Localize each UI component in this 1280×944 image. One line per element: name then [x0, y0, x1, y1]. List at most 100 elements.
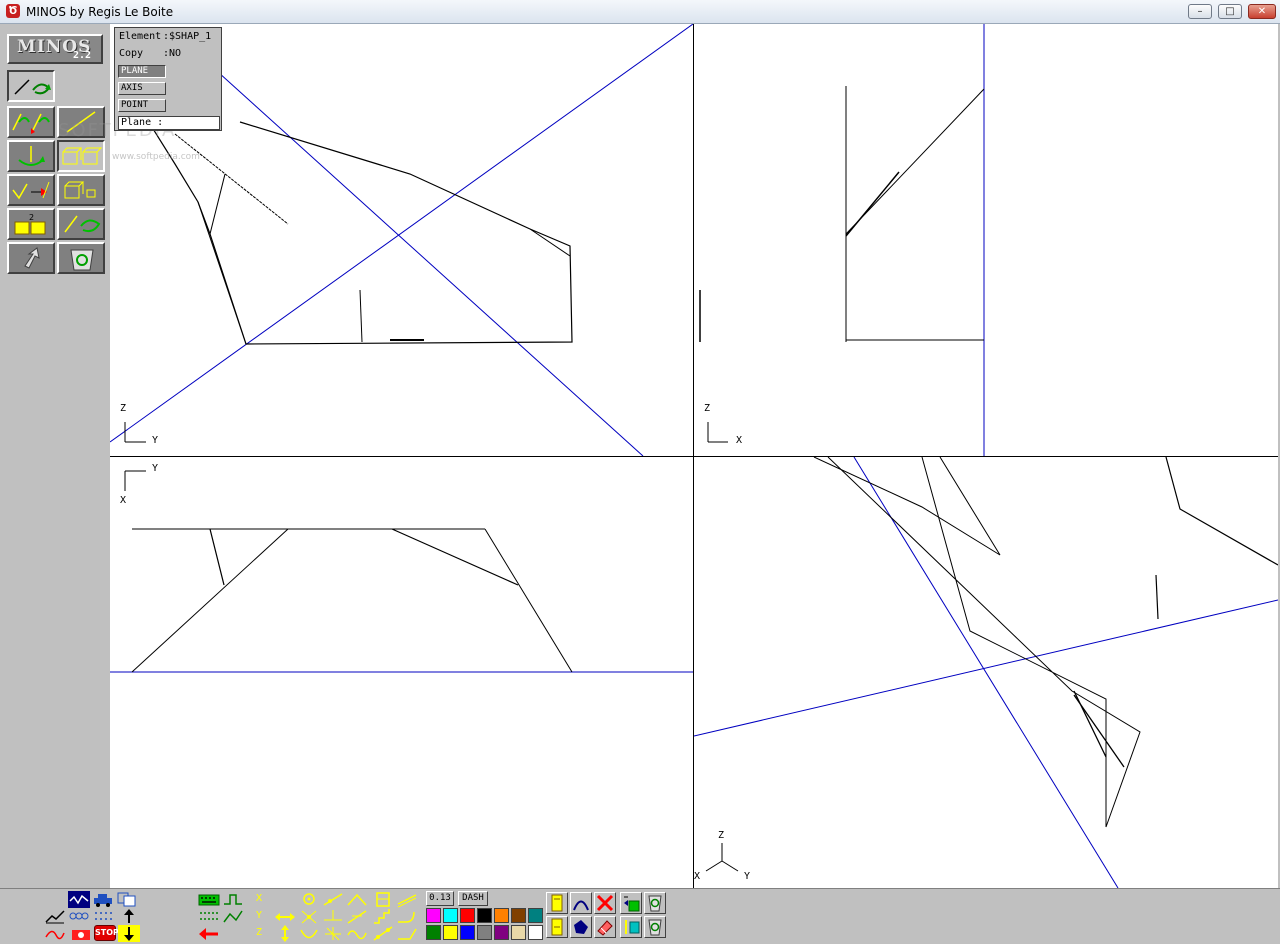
move-rotate-icon — [14, 79, 51, 95]
empty-trash-button[interactable] — [644, 916, 666, 938]
arrow-left-icon[interactable] — [198, 925, 220, 942]
color-swatch[interactable] — [477, 925, 492, 940]
color-swatch[interactable] — [494, 908, 509, 923]
point-button[interactable]: POINT — [118, 99, 166, 112]
color-swatch[interactable] — [460, 925, 475, 940]
tool-rotate-copy[interactable] — [57, 208, 105, 240]
copy-value[interactable]: :NO — [163, 48, 181, 59]
graph-icon[interactable] — [44, 908, 66, 925]
color-swatch[interactable] — [443, 908, 458, 923]
coord-y-label: Y — [256, 910, 263, 921]
fillet-icon[interactable] — [396, 908, 418, 925]
rectangle-icon[interactable] — [372, 891, 394, 908]
color-swatch[interactable] — [443, 925, 458, 940]
fill-button[interactable] — [570, 916, 592, 938]
color-swatch[interactable] — [511, 925, 526, 940]
info-layer-icon — [625, 920, 640, 934]
plane-input[interactable]: Plane : — [118, 116, 220, 130]
open-file-button[interactable] — [546, 892, 568, 914]
angle-icon[interactable] — [346, 891, 368, 908]
color-swatch[interactable] — [477, 908, 492, 923]
target-icon[interactable] — [298, 891, 320, 908]
save-file-button[interactable] — [546, 916, 568, 938]
dotted-grid-icon[interactable] — [198, 908, 220, 925]
viewport-top-right-canvas — [699, 24, 985, 456]
dot-grid-icon[interactable] — [92, 908, 114, 925]
curve-tool-button[interactable] — [570, 892, 592, 914]
title-bar: Ծ MINOS by Regis Le Boite – □ ✕ — [0, 0, 1280, 24]
viewport-bottom-right[interactable]: Z X Y — [694, 457, 1278, 888]
tangent-icon[interactable] — [322, 891, 344, 908]
element-label: Element — [119, 31, 162, 42]
axis-rotate-icon — [18, 146, 45, 166]
arrow-down-icon[interactable] — [118, 925, 140, 942]
vertical-arrows-icon[interactable] — [274, 925, 296, 942]
arc-icon[interactable] — [298, 925, 320, 942]
stairs-icon[interactable] — [372, 908, 394, 925]
color-swatch[interactable] — [494, 925, 509, 940]
step-icon[interactable] — [222, 891, 244, 908]
copy-label: Copy — [119, 48, 144, 59]
red-x-icon — [596, 894, 614, 912]
wave-yellow-icon[interactable] — [346, 925, 368, 942]
viewport-area[interactable]: Z Y Z X Y X Z X Y — [110, 24, 1278, 888]
recycle-bin-icon — [70, 249, 94, 271]
minimize-button[interactable]: – — [1188, 4, 1212, 19]
perpendicular-icon[interactable] — [322, 908, 344, 925]
polyline-icon[interactable] — [222, 908, 244, 925]
offset-icon[interactable] — [396, 891, 418, 908]
layer-button[interactable] — [620, 892, 642, 914]
color-swatch[interactable] — [511, 908, 526, 923]
logo-version: 2.2 — [72, 50, 91, 61]
layer-stack-icon — [624, 896, 640, 912]
tool-trash[interactable] — [57, 242, 105, 274]
tool-undo[interactable] — [7, 242, 55, 274]
app-icon[interactable]: Ծ — [6, 4, 20, 18]
color-swatch[interactable] — [426, 908, 441, 923]
axis-label-horizontal: X — [736, 435, 743, 446]
axis-label-right: Y — [744, 871, 751, 882]
tool-transform[interactable] — [7, 106, 55, 138]
line-width-button[interactable]: 0.13 — [426, 891, 454, 906]
axis-label-horizontal: Y — [152, 463, 159, 474]
color-swatch[interactable] — [426, 925, 441, 940]
color-swatch[interactable] — [460, 908, 475, 923]
stop-button[interactable]: STOP — [94, 925, 119, 941]
keyboard-icon[interactable] — [198, 891, 220, 908]
circles-icon[interactable] — [68, 908, 90, 925]
cross-point-icon[interactable] — [298, 908, 320, 925]
line-style-button[interactable]: DASH — [458, 891, 488, 906]
diagonal-icon[interactable] — [372, 925, 394, 942]
color-swatch[interactable] — [528, 925, 543, 940]
close-button[interactable]: ✕ — [1248, 4, 1276, 19]
camera-icon[interactable] — [70, 925, 92, 942]
viewport-top-right[interactable]: Z X — [694, 24, 1278, 456]
chamfer-icon[interactable] — [396, 925, 418, 942]
wave-mode-icon[interactable] — [68, 891, 90, 908]
tool-axis-rotate[interactable] — [7, 140, 55, 172]
star-point-icon[interactable] — [322, 925, 344, 942]
axis-label-vertical: Z — [718, 830, 725, 841]
plane-button[interactable]: PLANE — [118, 65, 166, 78]
info-button[interactable] — [620, 916, 642, 938]
windows-icon[interactable] — [116, 891, 138, 908]
tool-scale-box[interactable] — [57, 174, 105, 206]
red-curve-icon[interactable] — [44, 925, 66, 942]
car-icon[interactable] — [92, 891, 114, 908]
tool-multiply[interactable]: 2 — [7, 208, 55, 240]
tool-project[interactable] — [7, 174, 55, 206]
axis-button[interactable]: AXIS — [118, 82, 166, 95]
viewport-bottom-left[interactable]: Y X — [110, 457, 693, 888]
horizontal-arrows-icon[interactable] — [274, 908, 296, 925]
erase-button[interactable] — [594, 916, 616, 938]
axis-label-vertical: Z — [120, 403, 127, 414]
axis-label-horizontal: Y — [152, 435, 159, 446]
tool-duplicate-boxes[interactable] — [57, 140, 105, 172]
recycle-button[interactable] — [644, 892, 666, 914]
slope-icon[interactable] — [346, 908, 368, 925]
color-swatch[interactable] — [528, 908, 543, 923]
delete-button[interactable] — [594, 892, 616, 914]
tool-move-rotate[interactable] — [7, 70, 55, 102]
maximize-button[interactable]: □ — [1218, 4, 1242, 19]
arrow-up-icon[interactable] — [118, 908, 140, 925]
